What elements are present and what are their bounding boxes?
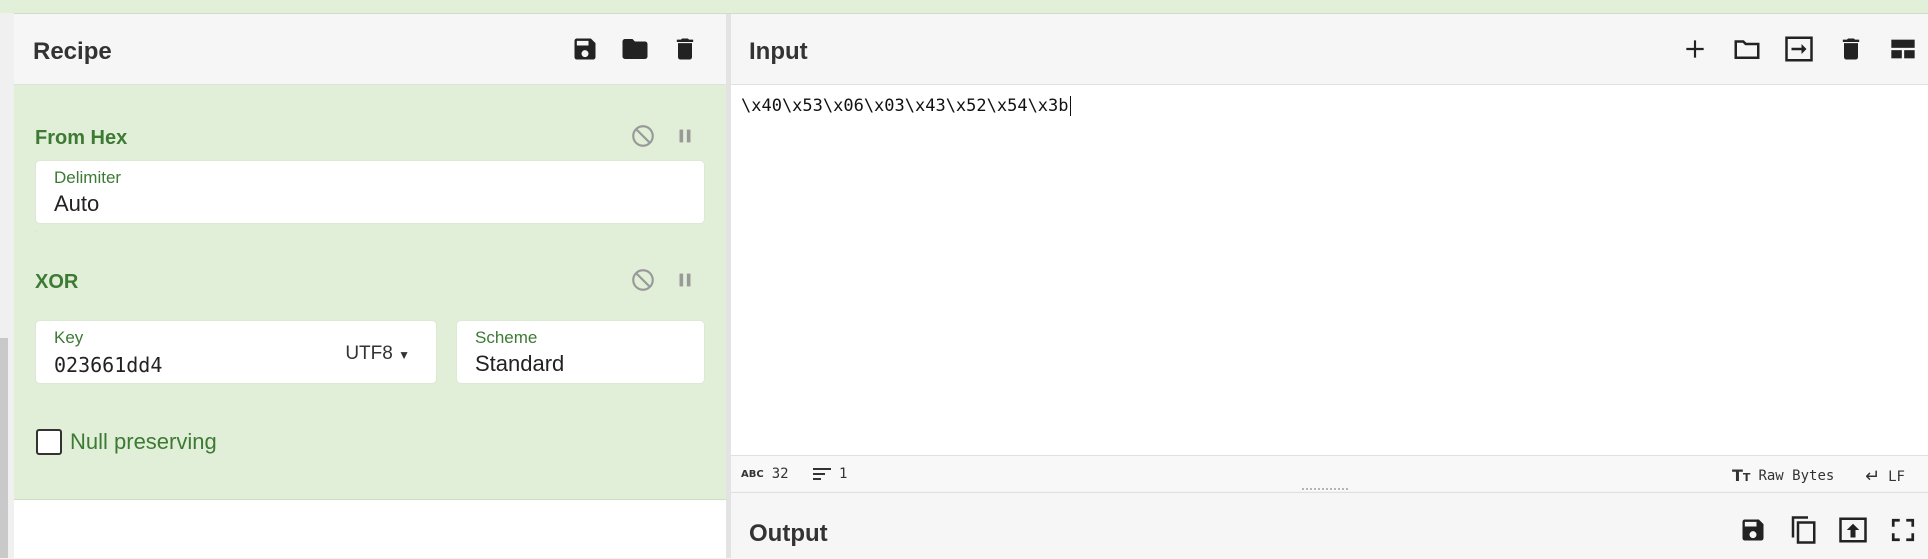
null-preserving-checkbox[interactable]: Null preserving [36,429,217,455]
clear-recipe-button[interactable] [670,34,700,64]
eol-indicator[interactable]: ↵ LF [1865,466,1905,487]
operation-name: From Hex [35,127,128,149]
text-format-icon: TT [1732,466,1751,485]
abc-icon: ABC [741,468,764,480]
checkbox-label: Null preserving [70,429,217,454]
field-value: Standard [475,351,565,376]
format-indicator[interactable]: TT Raw Bytes [1732,466,1834,485]
length-value: 32 [771,466,789,482]
input-header: Input [731,14,1928,85]
save-icon [1742,519,1764,541]
operation-controls [630,123,696,149]
key-field[interactable]: Key 023661dd4 UTF8 ▼ [36,321,436,383]
eol-value: LF [1888,468,1905,485]
lines-indicator: 1 [813,466,847,482]
layout-button[interactable] [1888,34,1918,64]
return-icon: ↵ [1865,466,1881,487]
field-label: Scheme [475,328,538,347]
output-toolbar [1738,515,1918,545]
output-title: Output [749,520,828,547]
recipe-title: Recipe [33,38,112,65]
operation-controls [630,267,696,293]
plus-icon [1686,40,1704,58]
save-recipe-button[interactable] [570,34,600,64]
disable-icon[interactable] [630,123,656,149]
lines-icon [813,468,831,480]
top-banner [0,0,1928,14]
input-toolbar [1680,34,1918,64]
maximise-output-button[interactable] [1888,515,1918,545]
field-value: Auto [54,191,100,216]
field-label: Delimiter [54,168,122,187]
clear-input-button[interactable] [1836,34,1866,64]
upload-icon [1839,517,1867,543]
disable-icon[interactable] [630,267,656,293]
length-indicator: ABC 32 [741,466,789,482]
input-text: \x40\x53\x06\x03\x43\x52\x54\x3b [741,96,1069,116]
checkbox-box[interactable] [36,429,62,455]
pause-icon[interactable] [674,267,696,293]
input-status-bar: ABC 32 1 TT Raw Bytes ↵ LF [731,455,1928,491]
replace-input-button[interactable] [1838,515,1868,545]
scheme-field[interactable]: Scheme Standard [457,321,704,383]
input-textarea[interactable]: \x40\x53\x06\x03\x43\x52\x54\x3b [741,96,1071,116]
encoding-label: UTF8 [345,343,393,364]
trash-icon [676,38,694,60]
encoding-dropdown[interactable]: UTF8 ▼ [345,343,410,365]
copy-icon [1791,516,1816,544]
pause-icon[interactable] [674,123,696,149]
input-title: Input [749,38,808,65]
caret-down-icon: ▼ [398,348,410,362]
save-output-button[interactable] [1738,515,1768,545]
output-panel: Output [731,492,1928,559]
save-icon [574,38,596,60]
open-file-button[interactable] [1732,34,1762,64]
input-panel: Input \x40\x53\x06\x03\x43\x52\x54\x3b A… [731,14,1928,491]
lines-value: 1 [839,466,848,482]
recipe-header: Recipe [14,14,726,85]
format-value: Raw Bytes [1758,467,1835,484]
load-recipe-button[interactable] [620,34,650,64]
input-arrow-icon [1785,36,1813,62]
trash-icon [1842,38,1860,60]
operation-name: XOR [35,271,79,293]
fullscreen-icon [1891,518,1915,542]
scrollbar[interactable] [0,338,8,558]
field-label: Key [54,328,84,347]
delimiter-field[interactable]: Delimiter Auto [36,161,704,223]
add-input-button[interactable] [1680,34,1710,64]
copy-output-button[interactable] [1788,515,1818,545]
recipe-toolbar [570,34,700,64]
text-caret [1069,96,1071,116]
folder-open-icon [1734,40,1760,59]
left-gutter [0,13,14,558]
folder-icon [622,39,648,59]
field-value: 023661dd4 [54,353,163,377]
load-input-button[interactable] [1784,34,1814,64]
layout-icon [1891,39,1915,59]
